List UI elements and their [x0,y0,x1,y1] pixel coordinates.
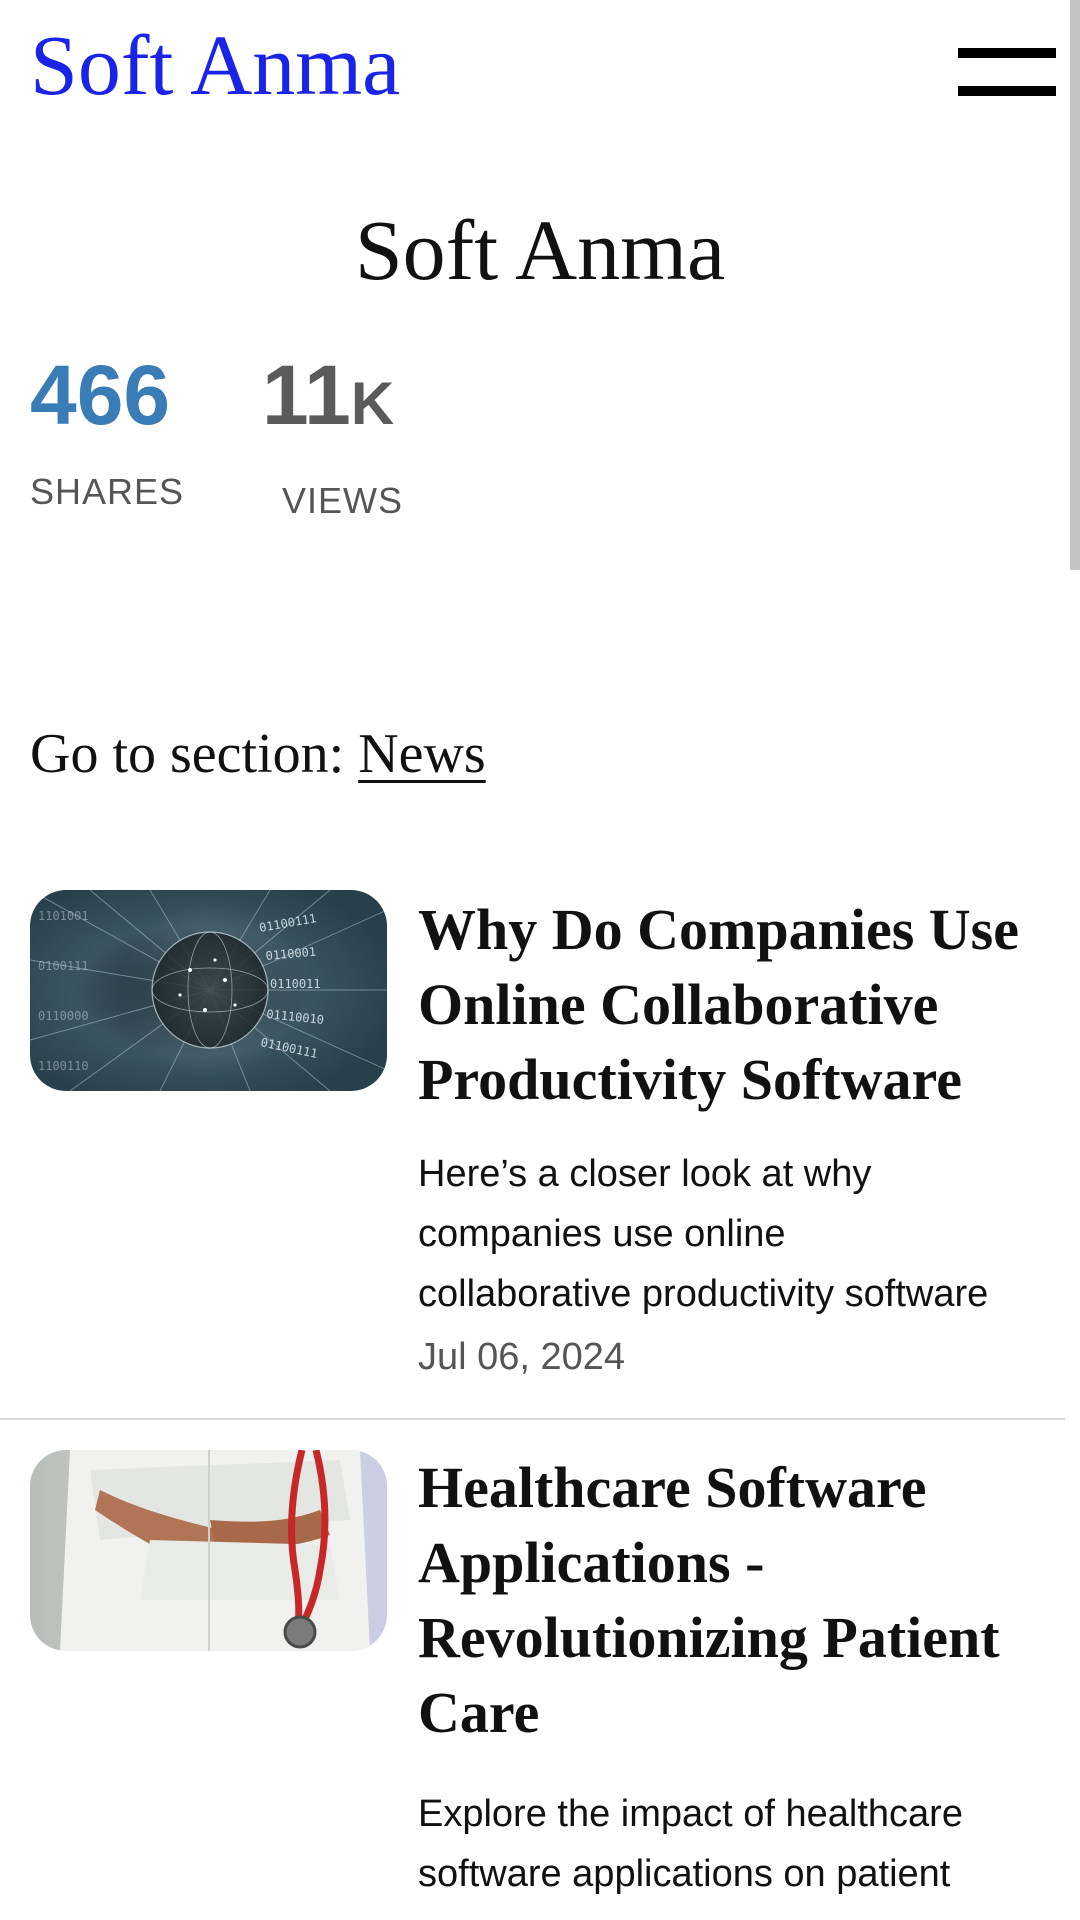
views-label: VIEWS [282,480,404,521]
article-excerpt: Here’s a closer look at why companies us… [418,1144,1028,1324]
doctor-with-stethoscope-image[interactable] [30,1450,387,1651]
article-title[interactable]: Why Do Companies Use Online Collaborativ… [418,892,1038,1117]
menu-bar-top [958,48,1056,58]
excerpt-line: collaborative productivity software [418,1273,989,1315]
svg-text:0110000: 0110000 [38,1009,89,1023]
article-card: 01100111 0110001 0110011 01110010 011001… [0,890,1065,1420]
article-excerpt: Explore the impact of healthcare softwar… [418,1793,963,1895]
article-card: Healthcare Software Applications - Revol… [0,1450,1065,1920]
article-date: Jul 06, 2024 [418,1336,626,1378]
section-nav-prefix: Go to section: [30,723,345,785]
svg-text:1100110: 1100110 [38,1059,89,1073]
svg-text:0100111: 0100111 [38,959,89,973]
shares-stat: 466 SHARES [30,352,184,512]
svg-text:0110011: 0110011 [270,977,321,991]
menu-bar-bottom [958,86,1056,96]
excerpt-line: companies use online [418,1213,786,1255]
site-logo[interactable]: Soft Anma [30,20,400,110]
binary-data-globe-image[interactable]: 01100111 0110001 0110011 01110010 011001… [30,890,387,1091]
views-stat: 11K VIEWS [262,352,403,521]
views-count-suffix: K [350,370,395,437]
shares-label: SHARES [30,471,185,512]
svg-text:1101001: 1101001 [38,909,89,923]
hamburger-menu-icon[interactable] [958,48,1056,98]
article-title[interactable]: Healthcare Software Applications - Revol… [418,1450,1038,1750]
site-header: Soft Anma [0,0,1065,140]
page-title: Soft Anma [354,202,726,298]
excerpt-line: Here’s a closer look at why [418,1153,872,1195]
views-count-number: 11 [262,348,351,442]
shares-count: 466 [30,348,171,442]
views-count: 11K [262,352,403,447]
section-nav: Go to section: News [30,722,486,786]
section-link-news[interactable]: News [358,723,486,785]
